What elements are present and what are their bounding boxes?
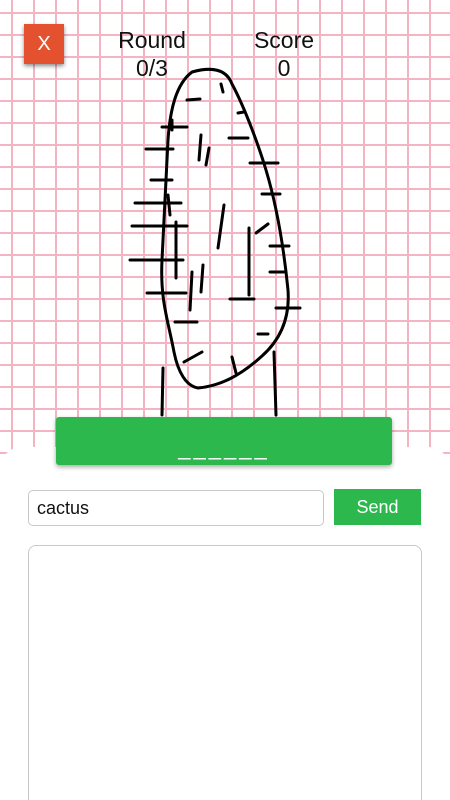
round-label: Round (118, 27, 186, 53)
chat-log[interactable] (28, 545, 422, 800)
drawing-stem (160, 366, 165, 417)
drawing-scribble (185, 97, 202, 102)
drawing-spine (166, 193, 172, 217)
drawing-scribble (199, 263, 205, 294)
close-button[interactable]: X (24, 24, 64, 64)
drawing-scribble (188, 270, 194, 312)
round-display: Round 0/3 (102, 26, 202, 82)
drawing-scribble (204, 146, 211, 167)
drawing-outline (160, 67, 290, 390)
score-display: Score 0 (234, 26, 334, 82)
drawing-scribble (182, 350, 204, 364)
score-label: Score (253, 27, 315, 53)
drawing-scribble (219, 82, 225, 94)
round-value: 0/3 (136, 55, 168, 81)
drawing-scribble (230, 355, 238, 375)
drawing-scribble (216, 203, 226, 250)
drawing-scribble (236, 110, 246, 115)
score-value: 0 (277, 55, 291, 81)
drawing-scribble (197, 133, 203, 162)
send-button[interactable]: Send (334, 489, 421, 525)
drawing-stem (272, 350, 278, 417)
hidden-word-bar: ______ (56, 417, 392, 465)
hidden-word-blanks: ______ (178, 435, 270, 460)
drawing-canvas[interactable] (0, 0, 450, 430)
guess-panel: Send (0, 447, 450, 800)
drawing-scribble (254, 222, 270, 235)
guess-input[interactable] (28, 490, 324, 526)
